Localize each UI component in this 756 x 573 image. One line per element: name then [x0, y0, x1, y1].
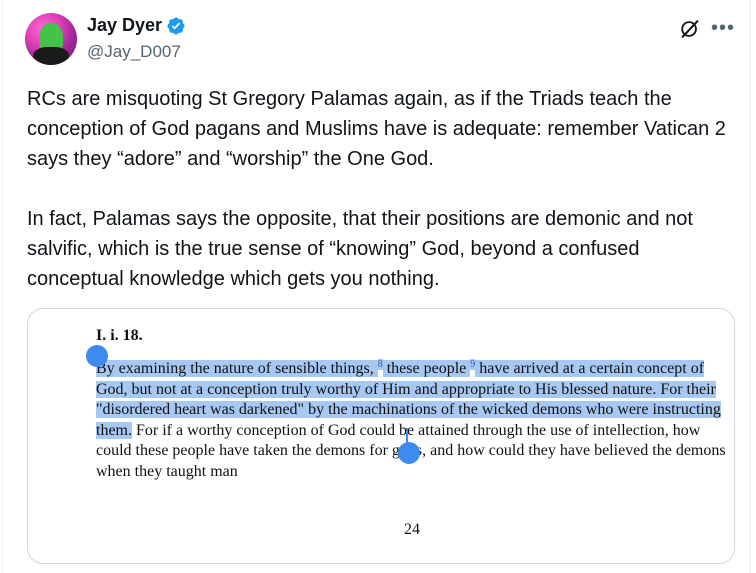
- tweet-text: RCs are misquoting St Gregory Palamas ag…: [27, 84, 737, 294]
- author-name-row: Jay Dyer: [87, 15, 186, 36]
- tweet-paragraph: RCs are misquoting St Gregory Palamas ag…: [27, 88, 726, 170]
- tweet-paragraph: In fact, Palamas says the opposite, that…: [27, 208, 693, 290]
- highlighted-text: these people: [382, 360, 471, 377]
- avatar-shoulders: [33, 47, 69, 65]
- verified-badge-icon: [167, 16, 185, 35]
- tweet-card: Jay Dyer @Jay_D007 ••• RCs are misquotin…: [2, 0, 751, 573]
- section-heading: I. i. 18.: [96, 327, 143, 344]
- grok-icon[interactable]: [679, 18, 701, 40]
- author-handle[interactable]: @Jay_D007: [87, 42, 181, 62]
- more-icon[interactable]: •••: [710, 16, 736, 40]
- page-number: 24: [404, 521, 420, 538]
- author-display-name[interactable]: Jay Dyer: [87, 15, 162, 36]
- footnote-marker: 8: [377, 358, 383, 370]
- selection-end-handle[interactable]: [398, 442, 420, 464]
- highlighted-text: By examining the nature of sensible thin…: [96, 360, 378, 377]
- media-image[interactable]: I. i. 18. By examining the nature of sen…: [27, 308, 735, 564]
- avatar[interactable]: [25, 13, 77, 65]
- selection-start-handle[interactable]: [86, 345, 108, 367]
